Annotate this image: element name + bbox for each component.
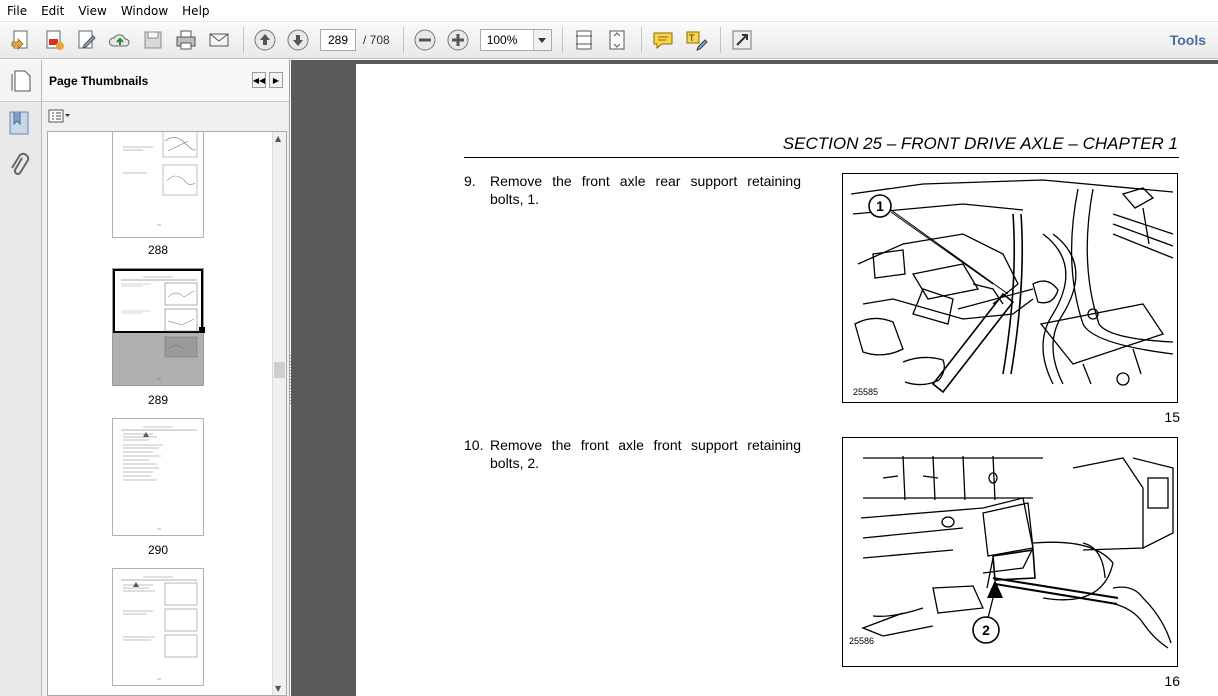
print-button[interactable] — [171, 25, 201, 55]
menu-view[interactable]: View — [78, 4, 106, 18]
fit-width-icon — [575, 30, 592, 50]
pdf-file-icon — [46, 30, 64, 50]
zoom-out-icon — [414, 29, 436, 51]
pages-panel-button[interactable] — [0, 60, 41, 102]
front-support-illustration: 2 — [860, 455, 1174, 649]
toolbar-separator — [561, 27, 563, 53]
toolbar-separator — [243, 27, 244, 53]
highlight-text-icon: T — [686, 31, 708, 51]
create-pdf-icon — [11, 30, 28, 50]
step-9: 9. Remove the front axle rear support re… — [464, 172, 801, 208]
title-rule — [464, 157, 1179, 158]
menu-help[interactable]: Help — [182, 4, 209, 18]
callout-2: 2 — [982, 622, 990, 638]
thumbnail-scrollbar[interactable]: ▲ ▼ — [272, 132, 286, 695]
zoom-select[interactable]: 100% — [479, 29, 552, 51]
step-10: 10. Remove the front axle front support … — [464, 436, 801, 472]
page-thumbnail-291[interactable] — [112, 568, 204, 686]
expand-panel-button[interactable]: ▶ — [269, 72, 283, 88]
fit-width-button[interactable] — [569, 25, 599, 55]
page-number-input[interactable] — [320, 29, 356, 51]
edit-pencil-icon — [78, 30, 96, 49]
open-button[interactable] — [39, 25, 69, 55]
create-pdf-button[interactable] — [6, 25, 36, 55]
toolbar-separator — [719, 27, 721, 53]
upload-button[interactable] — [105, 25, 135, 55]
zoom-in-icon — [447, 29, 469, 51]
bookmarks-button[interactable] — [8, 110, 30, 139]
toolbar-separator — [640, 27, 642, 53]
comment-button[interactable] — [648, 25, 678, 55]
svg-text:T: T — [688, 34, 695, 44]
step-text: Remove the front axle front support reta… — [490, 437, 801, 471]
edit-button[interactable] — [72, 25, 102, 55]
pages-icon — [11, 70, 30, 91]
document-page: SECTION 25 – FRONT DRIVE AXLE – CHAPTER … — [356, 64, 1218, 696]
scroll-down-icon[interactable]: ▼ — [275, 684, 281, 693]
comment-icon — [653, 32, 673, 50]
expand-icon — [732, 30, 752, 50]
panel-title: Page Thumbnails — [49, 73, 149, 88]
page-thumbnails-panel: Page Thumbnails ◀◀ ▶ 288 289 290 ▲ ▼ — [42, 60, 290, 696]
full-screen-button[interactable] — [727, 25, 757, 55]
paperclip-icon — [11, 152, 30, 175]
toolbar: / 708 100% T Tools — [0, 22, 1218, 59]
zoom-out-button[interactable] — [410, 25, 440, 55]
menu-file[interactable]: File — [7, 4, 27, 18]
toolbar-separator — [402, 27, 404, 53]
email-button[interactable] — [204, 25, 234, 55]
thumbnail-label: 289 — [147, 393, 169, 407]
options-list-icon — [48, 109, 70, 123]
scrollbar-thumb[interactable] — [274, 362, 285, 378]
chevron-right-icon: ▶ — [272, 75, 280, 85]
page-thumbnail-288[interactable] — [112, 132, 204, 238]
printer-icon — [176, 30, 196, 50]
zoom-value: 100% — [486, 33, 518, 47]
navigation-rail — [0, 60, 42, 696]
save-button[interactable] — [138, 25, 168, 55]
save-icon — [144, 31, 162, 49]
thumbnail-label: 290 — [147, 543, 169, 557]
tools-button[interactable]: Tools — [1170, 32, 1206, 48]
previous-page-button[interactable] — [250, 25, 280, 55]
zoom-in-button[interactable] — [443, 25, 473, 55]
menu-edit[interactable]: Edit — [41, 4, 64, 18]
figure-code: 25586 — [849, 636, 875, 646]
figure-16-illustration: 2 25586 — [842, 437, 1178, 667]
highlight-button[interactable]: T — [681, 25, 711, 55]
thumbnail-label: 288 — [147, 243, 169, 257]
figure-15-illustration: 1 25585 — [842, 173, 1178, 403]
figure-number: 15 — [1164, 409, 1180, 425]
attachments-button[interactable] — [8, 152, 30, 181]
arrow-down-icon — [287, 29, 309, 51]
page-thumbnail-289[interactable] — [112, 268, 205, 386]
page-thumbnail-290[interactable] — [112, 418, 204, 536]
fit-page-button[interactable] — [602, 25, 632, 55]
collapse-panel-button[interactable]: ◀◀ — [252, 72, 266, 88]
arrow-up-icon — [254, 29, 276, 51]
section-title: SECTION 25 – FRONT DRIVE AXLE – CHAPTER … — [782, 134, 1178, 153]
callout-1: 1 — [876, 198, 884, 214]
menu-window[interactable]: Window — [121, 4, 168, 18]
step-number: 10. — [464, 437, 484, 453]
chevron-down-icon[interactable] — [532, 30, 551, 50]
thumbnail-list: 288 289 290 ▲ ▼ — [47, 131, 287, 696]
next-page-button[interactable] — [283, 25, 313, 55]
figure-number: 16 — [1164, 673, 1180, 689]
bookmark-icon — [9, 111, 29, 135]
envelope-icon — [209, 33, 229, 47]
figure-code: 25585 — [853, 387, 879, 397]
panel-header: Page Thumbnails ◀◀ ▶ — [42, 60, 289, 102]
step-number: 9. — [464, 173, 476, 189]
page-total: / 708 — [363, 33, 390, 47]
rear-support-illustration: 1 — [850, 179, 1174, 394]
cloud-upload-icon — [109, 34, 130, 47]
thumbnail-options-button[interactable] — [42, 102, 289, 130]
fit-page-icon — [609, 30, 625, 50]
double-chevron-left-icon: ◀◀ — [252, 75, 266, 85]
scroll-up-icon[interactable]: ▲ — [275, 134, 281, 143]
thumbnail-view-handle[interactable] — [199, 327, 205, 333]
menu-bar: File Edit View Window Help — [0, 0, 1218, 22]
step-text: Remove the front axle rear support retai… — [490, 173, 801, 207]
